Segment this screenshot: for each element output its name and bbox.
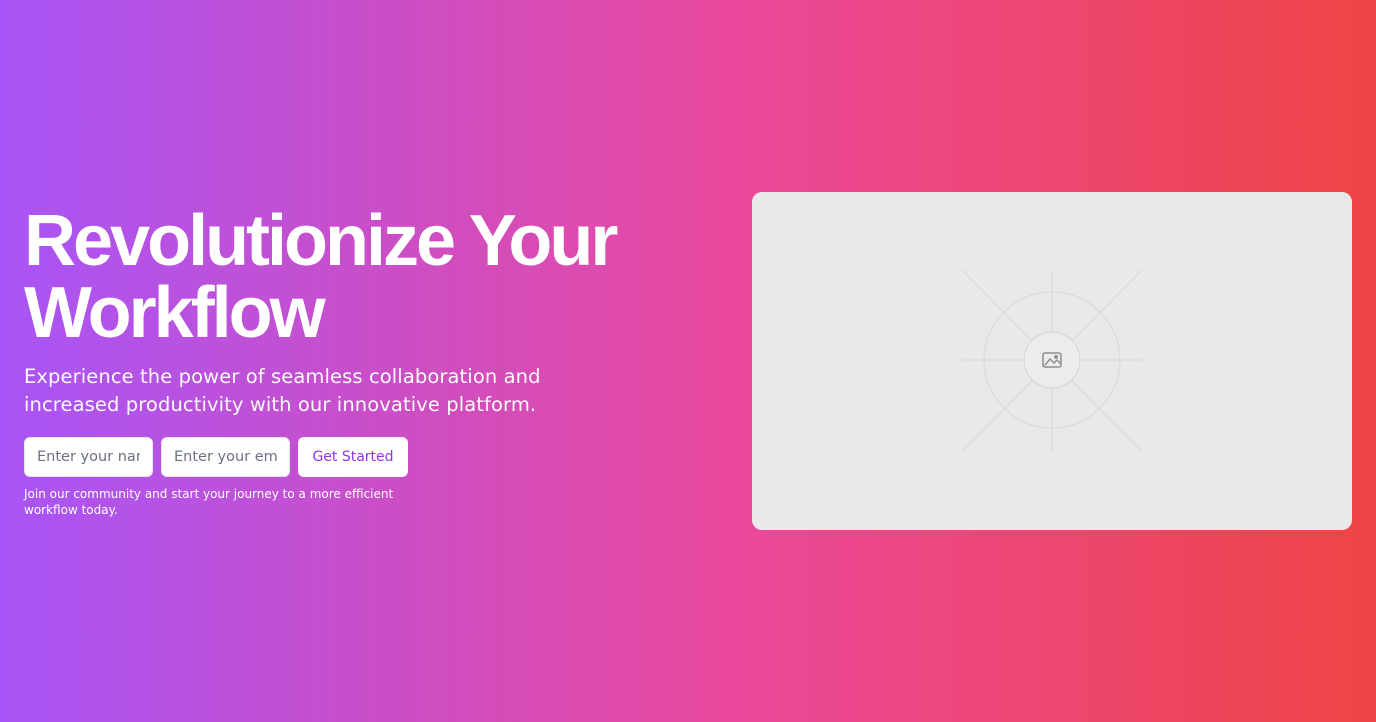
get-started-button[interactable]: Get Started <box>298 437 408 477</box>
hero-headline: Revolutionize Your Workflow <box>24 201 618 353</box>
email-input[interactable] <box>161 437 290 477</box>
hero-image-placeholder <box>752 192 1352 530</box>
name-input[interactable] <box>24 437 153 477</box>
hero-subtitle: Experience the power of seamless collabo… <box>24 365 541 416</box>
image-placeholder-graphic <box>961 269 1143 453</box>
hero-content: Revolutionize Your Workflow Experience t… <box>24 205 664 518</box>
signup-form: Get Started <box>24 437 664 477</box>
hero-section: Revolutionize Your Workflow Experience t… <box>0 0 1376 722</box>
signup-note: Join our community and start your journe… <box>24 487 394 517</box>
